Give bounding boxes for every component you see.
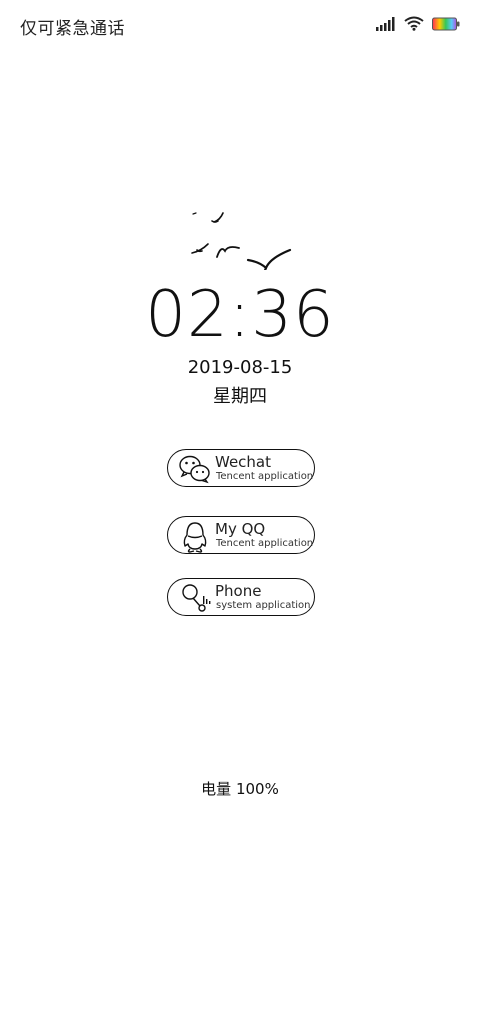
app-name: Wechat: [215, 453, 272, 471]
app-subtitle: Tencent application: [216, 471, 314, 482]
lockscreen-weekday: 星期四: [213, 386, 267, 407]
signal-icon: [376, 16, 396, 31]
carrier-status: 仅可紧急通话: [20, 19, 125, 39]
qq-icon: [178, 520, 212, 553]
birds-decoration: [180, 205, 295, 274]
wifi-icon: [404, 16, 424, 31]
app-subtitle: Tencent application: [216, 538, 314, 549]
qq-shortcut[interactable]: My QQ Tencent application: [167, 516, 315, 554]
app-name: Phone: [215, 582, 262, 600]
battery-icon: [432, 17, 460, 31]
lockscreen-date: 2019-08-15: [187, 357, 293, 378]
wechat-icon: [178, 453, 212, 485]
lockscreen-time: 02:36: [145, 278, 335, 352]
phone-icon: [178, 582, 212, 614]
status-icons: [376, 16, 460, 31]
battery-level-label: 电量 100%: [201, 780, 279, 798]
status-bar: 仅可紧急通话: [0, 0, 480, 50]
wechat-shortcut[interactable]: Wechat Tencent application: [167, 449, 315, 487]
app-name: My QQ: [215, 520, 266, 538]
app-subtitle: system application: [216, 600, 311, 611]
phone-shortcut[interactable]: Phone system application: [167, 578, 315, 616]
